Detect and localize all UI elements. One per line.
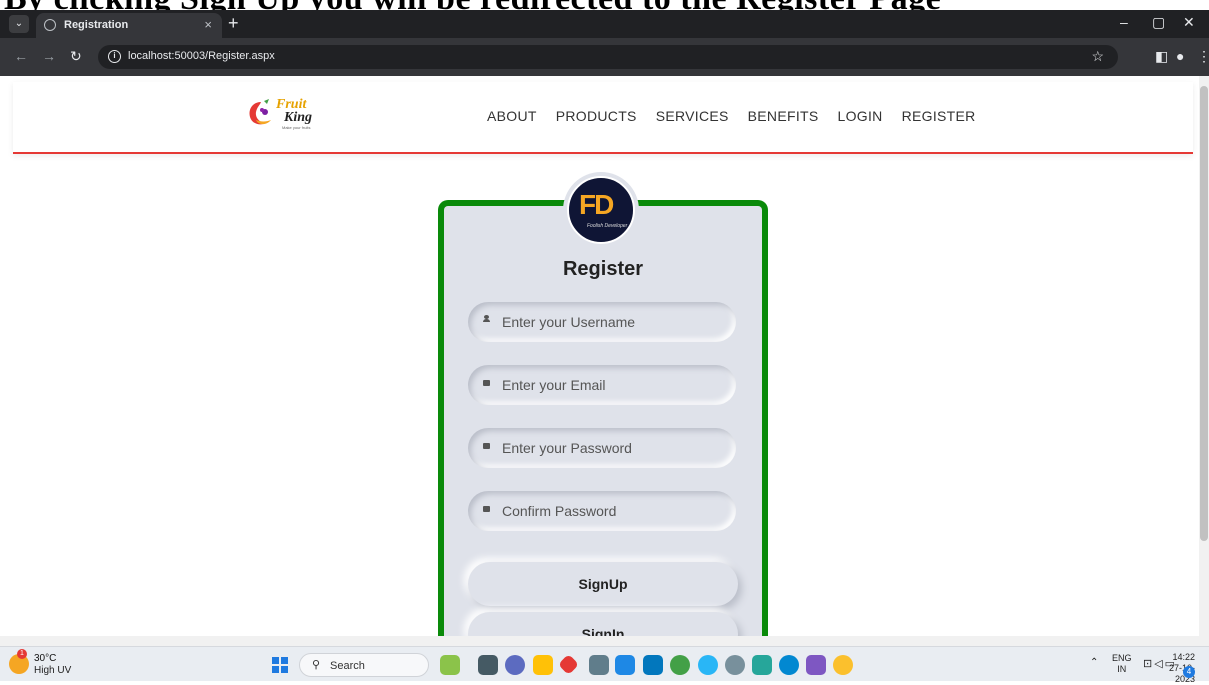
search-label: Search — [330, 660, 365, 672]
tab-search-icon[interactable]: ⌄ — [9, 15, 29, 33]
bookmark-star-icon[interactable]: ☆ — [1091, 48, 1104, 65]
chrome-alt-icon[interactable] — [698, 655, 718, 675]
logo-line2: King — [284, 110, 313, 125]
signup-button[interactable]: SignUp — [468, 562, 738, 606]
register-card: Register SignUp SignIn — [438, 200, 768, 646]
slide-header-text: By clicking Sign Up you will be redirect… — [4, 0, 941, 10]
url-input[interactable]: i localhost:50003/Register.aspx ☆ — [98, 45, 1118, 69]
fruit-king-logo[interactable]: Fruit King Make your fruits — [246, 98, 336, 132]
camera-icon[interactable] — [589, 655, 609, 675]
nav-benefits[interactable]: BENEFITS — [748, 108, 819, 124]
tray-language[interactable]: ENG IN — [1112, 653, 1132, 675]
avatar-caption: Foolish Developer — [587, 223, 628, 229]
app-diamond-icon[interactable] — [557, 653, 580, 676]
whatsapp-icon[interactable] — [670, 655, 690, 675]
logo-wordmark: Fruit King — [276, 98, 313, 125]
side-panel-icon[interactable]: ◧ — [1155, 48, 1168, 65]
minimize-icon[interactable]: – — [1120, 14, 1128, 30]
scroll-thumb[interactable] — [1200, 86, 1208, 541]
vertical-scrollbar[interactable] — [1199, 76, 1209, 646]
task-view-icon[interactable] — [478, 655, 498, 675]
email-field — [468, 365, 736, 405]
menu-kebab-icon[interactable]: ⋮ — [1197, 48, 1209, 65]
user-icon — [483, 315, 490, 323]
back-icon[interactable]: ← — [14, 48, 28, 64]
username-field — [468, 302, 736, 342]
horizontal-scrollbar[interactable] — [0, 636, 1199, 646]
email-input[interactable] — [502, 375, 722, 395]
confirm-password-field — [468, 491, 736, 531]
nav-login[interactable]: LOGIN — [838, 108, 883, 124]
browser-tab-strip: ⌄ Registration × + – ▢ ✕ — [0, 10, 1209, 38]
file-explorer-icon[interactable] — [533, 655, 553, 675]
username-input[interactable] — [502, 312, 722, 332]
site-info-icon[interactable]: i — [108, 50, 121, 63]
avatar-initials: FD — [579, 189, 614, 220]
chat-icon[interactable] — [505, 655, 525, 675]
page-viewport: Fruit King Make your fruits ABOUT PRODUC… — [0, 76, 1199, 646]
password-field — [468, 428, 736, 468]
fruit-logo-icon — [249, 99, 271, 125]
close-window-icon[interactable]: ✕ — [1183, 14, 1195, 31]
forward-icon[interactable]: → — [42, 48, 56, 64]
visual-studio-icon[interactable] — [806, 655, 826, 675]
media-icon[interactable] — [615, 655, 635, 675]
weather-desc: High UV — [34, 665, 72, 676]
avatar: FD Foolish Developer — [567, 176, 635, 244]
lang-line1: ENG — [1112, 653, 1132, 663]
avatar-initials-text: FD — [579, 189, 614, 220]
notification-badge[interactable]: 4 — [1183, 666, 1195, 678]
search-icon: ⚲ — [312, 659, 321, 671]
widget-icon[interactable] — [440, 655, 460, 675]
clock-time: 14:22 — [1172, 652, 1195, 662]
restore-icon[interactable]: ▢ — [1152, 14, 1165, 31]
chatgpt-icon[interactable] — [752, 655, 772, 675]
address-bar: ← → ↻ i localhost:50003/Register.aspx ☆ … — [0, 38, 1209, 76]
logo-tagline: Make your fruits — [282, 125, 311, 130]
register-title: Register — [562, 258, 644, 280]
taskbar-search[interactable]: ⚲ Search — [299, 653, 429, 677]
weather-temp: 30°C — [34, 653, 57, 664]
lock-icon — [483, 441, 490, 449]
reload-icon[interactable]: ↻ — [70, 48, 82, 65]
close-tab-icon[interactable]: × — [204, 17, 212, 32]
weather-badge: 1 — [17, 649, 27, 659]
windows-start-icon[interactable] — [272, 657, 288, 673]
chrome-icon[interactable] — [833, 655, 853, 675]
edge-icon[interactable] — [779, 655, 799, 675]
url-text: localhost:50003/Register.aspx — [128, 50, 275, 62]
tab-title: Registration — [64, 19, 129, 31]
tray-chevron-up-icon[interactable]: ⌃ — [1090, 657, 1098, 668]
nav-about[interactable]: ABOUT — [487, 108, 537, 124]
slide-header-strip: By clicking Sign Up you will be redirect… — [0, 0, 1209, 10]
globe-icon — [44, 19, 56, 31]
nav-products[interactable]: PRODUCTS — [556, 108, 637, 124]
lock-icon — [483, 378, 490, 386]
lang-line2: IN — [1117, 664, 1127, 674]
profile-icon[interactable]: ● — [1176, 48, 1184, 64]
nav-register[interactable]: REGISTER — [902, 108, 976, 124]
browser-tab[interactable]: Registration × — [36, 13, 222, 38]
lock-icon — [483, 504, 490, 512]
confirm-password-input[interactable] — [502, 501, 722, 521]
site-header: Fruit King Make your fruits ABOUT PRODUC… — [13, 82, 1193, 154]
taskbar: 1 30°C High UV ⚲ Search ⌃ ENG IN ⊡◁▭ 14:… — [0, 646, 1209, 684]
nav-services[interactable]: SERVICES — [656, 108, 729, 124]
speed-icon[interactable] — [725, 655, 745, 675]
new-tab-icon[interactable]: + — [228, 14, 239, 32]
main-nav: ABOUT PRODUCTS SERVICES BENEFITS LOGIN R… — [487, 108, 976, 124]
password-input[interactable] — [502, 438, 722, 458]
mail-icon[interactable] — [643, 655, 663, 675]
